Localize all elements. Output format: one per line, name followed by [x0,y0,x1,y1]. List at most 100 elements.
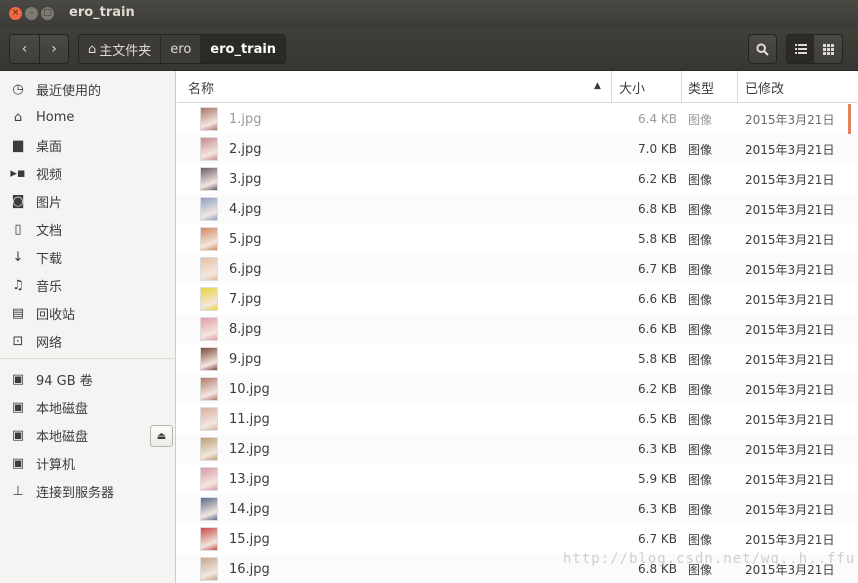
file-type: 图像 [688,262,713,277]
list-view-button[interactable] [786,34,815,64]
sidebar-item-documents[interactable]: ▯ 文档 [0,215,176,243]
sidebar-item-recent[interactable]: ◷ 最近使用的 [0,75,176,103]
file-size: 5.8 KB [638,352,677,366]
file-row[interactable]: 4.jpg 6.8 KB 图像 2015年3月21日 [177,194,858,224]
navigation-buttons: ‹ › [9,34,69,64]
file-type: 图像 [688,112,713,127]
image-thumbnail [200,527,218,551]
eject-button[interactable]: ⏏ [150,425,173,447]
file-modified-date: 2015年3月21日 [745,502,835,517]
file-name: 16.jpg [229,561,270,577]
file-row[interactable]: 7.jpg 6.6 KB 图像 2015年3月21日 [177,284,858,314]
file-row[interactable]: 14.jpg 6.3 KB 图像 2015年3月21日 [177,494,858,524]
sidebar-item-music[interactable]: ♫ 音乐 [0,271,176,299]
file-row[interactable]: 2.jpg 7.0 KB 图像 2015年3月21日 [177,134,858,164]
column-header-label: 类型 [688,81,715,97]
file-type: 图像 [688,532,713,547]
file-name: 14.jpg [229,501,270,517]
sidebar-item-local-disk-2[interactable]: ▣ 本地磁盘 ⏏ [0,421,176,449]
file-row[interactable]: 8.jpg 6.6 KB 图像 2015年3月21日 [177,314,858,344]
chevron-right-icon: › [51,41,57,57]
window-title: ero_train [69,5,135,20]
sidebar-item-videos[interactable]: ▸▪ 视频 [0,159,176,187]
file-size: 6.4 KB [638,112,677,126]
file-row[interactable]: 1.jpg 6.4 KB 图像 2015年3月21日 [177,104,858,134]
scrollbar[interactable] [848,104,851,134]
file-name: 4.jpg [229,201,262,217]
column-header-size[interactable]: 大小 [619,71,679,103]
sidebar-item-label: 回收站 [36,307,76,323]
file-row[interactable]: 9.jpg 5.8 KB 图像 2015年3月21日 [177,344,858,374]
search-icon [756,42,769,56]
sidebar-item-network[interactable]: ⊡ 网络 [0,327,176,355]
file-modified-date: 2015年3月21日 [745,232,835,247]
file-size: 5.9 KB [638,472,677,486]
file-modified-date: 2015年3月21日 [745,532,835,547]
file-row[interactable]: 15.jpg 6.7 KB 图像 2015年3月21日 [177,524,858,554]
sidebar-item-computer[interactable]: ▣ 计算机 [0,449,176,477]
sidebar-item-label: 94 GB 卷 [36,373,93,389]
sidebar-divider [0,358,176,359]
file-row[interactable]: 13.jpg 5.9 KB 图像 2015年3月21日 [177,464,858,494]
column-header-modified[interactable]: 已修改 [745,71,845,103]
sidebar-item-label: 本地磁盘 [36,401,89,417]
sidebar-item-home[interactable]: ⌂ Home [0,103,176,131]
file-name: 8.jpg [229,321,262,337]
breadcrumb-label: 主文件夹 [99,43,152,59]
video-icon: ▸▪ [10,165,26,181]
file-name: 6.jpg [229,261,262,277]
file-size: 6.5 KB [638,412,677,426]
file-type: 图像 [688,202,713,217]
file-modified-date: 2015年3月21日 [745,472,835,487]
file-size: 6.3 KB [638,502,677,516]
image-thumbnail [200,437,218,461]
sidebar-item-label: 网络 [36,335,63,351]
sidebar-item-desktop[interactable]: ▆ 桌面 [0,131,176,159]
image-thumbnail [200,227,218,251]
image-thumbnail [200,257,218,281]
column-header-type[interactable]: 类型 [688,71,738,103]
minimize-window-button[interactable]: – [25,7,38,20]
breadcrumb-home[interactable]: ⌂ 主文件夹 [79,35,160,63]
maximize-window-button[interactable]: □ [41,7,54,20]
file-modified-date: 2015年3月21日 [745,112,835,127]
drive-icon: ▣ [11,427,25,443]
image-thumbnail [200,377,218,401]
back-button[interactable]: ‹ [10,35,39,63]
file-row[interactable]: 6.jpg 6.7 KB 图像 2015年3月21日 [177,254,858,284]
breadcrumb-ero[interactable]: ero [160,35,200,63]
breadcrumb-ero-train[interactable]: ero_train [200,35,286,63]
sidebar-item-label: 桌面 [36,139,63,155]
computer-icon: ▣ [11,455,25,471]
sidebar-item-trash[interactable]: ▤ 回收站 [0,299,176,327]
file-modified-date: 2015年3月21日 [745,352,835,367]
trash-icon: ▤ [11,305,25,321]
column-separator [681,71,682,103]
file-row[interactable]: 3.jpg 6.2 KB 图像 2015年3月21日 [177,164,858,194]
image-thumbnail [200,467,218,491]
grid-view-button[interactable] [814,34,843,64]
file-row[interactable]: 12.jpg 6.3 KB 图像 2015年3月21日 [177,434,858,464]
sidebar-item-local-disk-1[interactable]: ▣ 本地磁盘 [0,393,176,421]
drive-icon: ▣ [11,371,25,387]
file-size: 6.8 KB [638,562,677,576]
search-button[interactable] [748,34,777,64]
forward-button[interactable]: › [39,35,68,63]
column-header-label: 大小 [619,81,646,97]
file-type: 图像 [688,322,713,337]
file-modified-date: 2015年3月21日 [745,262,835,277]
file-row[interactable]: 16.jpg 6.8 KB 图像 2015年3月21日 [177,554,858,583]
file-row[interactable]: 11.jpg 6.5 KB 图像 2015年3月21日 [177,404,858,434]
file-name: 7.jpg [229,291,262,307]
file-row[interactable]: 10.jpg 6.2 KB 图像 2015年3月21日 [177,374,858,404]
file-size: 6.7 KB [638,532,677,546]
sidebar-item-volume-94gb[interactable]: ▣ 94 GB 卷 [0,365,176,393]
column-header-name[interactable]: 名称 [188,71,608,103]
file-row[interactable]: 5.jpg 5.8 KB 图像 2015年3月21日 [177,224,858,254]
file-modified-date: 2015年3月21日 [745,292,835,307]
sidebar-item-connect-server[interactable]: ⊥ 连接到服务器 [0,477,176,505]
sidebar-item-pictures[interactable]: ◙ 图片 [0,187,176,215]
sidebar-item-downloads[interactable]: ↓ 下载 [0,243,176,271]
close-window-button[interactable]: × [9,7,22,20]
file-size: 7.0 KB [638,142,677,156]
